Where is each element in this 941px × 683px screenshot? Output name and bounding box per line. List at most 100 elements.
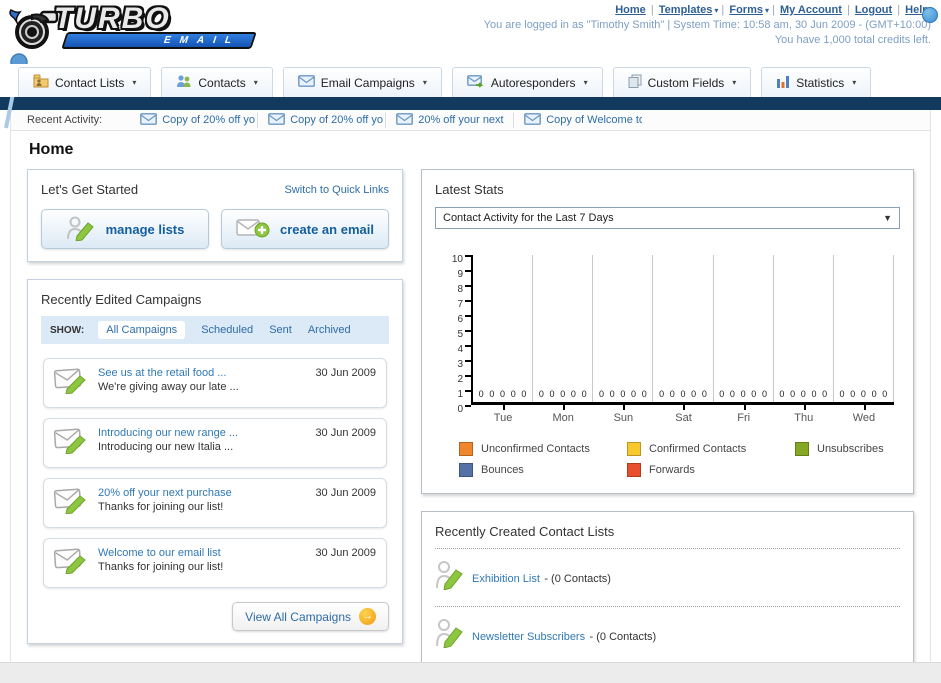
link-separator: | <box>769 4 778 16</box>
top-link-home[interactable]: Home <box>615 4 646 16</box>
create-email-label: create an email <box>280 221 374 237</box>
chevron-down-icon: ▼ <box>883 213 892 223</box>
manage-lists-button[interactable]: manage lists <box>41 209 209 249</box>
recent-activity-item[interactable]: Copy of 20% off yo <box>258 112 387 128</box>
x-axis-cell: Mon <box>533 405 593 426</box>
chevron-down-icon: ▾ <box>422 78 427 87</box>
tab-contacts[interactable]: Contacts ▾ <box>161 67 273 97</box>
main-nav-tabs: Contact Lists ▾ Contacts ▾ Email Campaigns ▾ A… <box>0 64 941 97</box>
envelope-icon <box>524 112 542 128</box>
contact-list-count: - (0 Contacts) <box>544 572 611 585</box>
tab-email-campaigns[interactable]: Email Campaigns ▾ <box>282 67 442 97</box>
campaign-title-link[interactable]: See us at the retail food ... <box>98 367 305 379</box>
recent-campaigns-title: Recently Edited Campaigns <box>41 292 202 307</box>
logo-subtitle: EMAIL <box>61 32 257 49</box>
campaign-filter-archived[interactable]: Archived <box>308 324 351 336</box>
contact-list-item[interactable]: Newsletter Subscribers - (0 Contacts) <box>435 616 900 655</box>
latest-stats-panel: Latest Stats Contact Activity for the La… <box>421 169 914 494</box>
campaign-filter-scheduled[interactable]: Scheduled <box>201 324 253 336</box>
app-logo[interactable]: TURBO EMAIL <box>8 4 257 59</box>
top-link-logout[interactable]: Logout <box>855 4 892 16</box>
chevron-down-icon: ▾ <box>732 78 737 87</box>
x-tick-label: Fri <box>737 412 751 424</box>
pencil-user-icon <box>66 215 96 244</box>
chevron-down-icon: ▾ <box>583 78 588 87</box>
contact-list-link[interactable]: Exhibition List <box>472 573 540 585</box>
recent-activity-item[interactable]: 20% off your next <box>386 112 515 128</box>
contact-list-link[interactable]: Newsletter Subscribers <box>472 631 585 643</box>
x-axis-cell: Fri <box>714 405 774 426</box>
x-tick-mark <box>623 405 626 410</box>
dotted-separator <box>435 606 900 607</box>
chart-legend: Unconfirmed Contacts Confirmed Contacts Un… <box>459 442 900 477</box>
legend-item-bounces: Bounces <box>459 463 627 477</box>
tab-contact-lists[interactable]: Contact Lists ▾ <box>18 67 152 97</box>
page: TURBO EMAIL Home | Templates ▾ | Forms ▾ |… <box>0 0 941 683</box>
switch-quick-links-link[interactable]: Switch to Quick Links <box>284 184 389 196</box>
chart-group-thu: 00000 <box>774 255 834 402</box>
create-email-button[interactable]: create an email <box>221 209 389 249</box>
recent-activity-item[interactable]: Copy of 20% off yo <box>130 112 259 128</box>
x-tick-mark <box>863 405 866 410</box>
legend-swatch <box>627 463 641 477</box>
top-link-templates[interactable]: Templates <box>659 4 713 16</box>
y-tick-label: 9 <box>457 269 463 280</box>
top-link-my-account[interactable]: My Account <box>780 4 842 16</box>
recent-activity-item[interactable]: Copy of Welcome to <box>514 112 642 128</box>
tab-autoresponders[interactable]: Autoresponders ▾ <box>451 67 603 97</box>
campaign-card[interactable]: Welcome to our email list Thanks for join… <box>43 538 387 588</box>
legend-item-confirmed-contacts: Confirmed Contacts <box>627 442 795 456</box>
contact-activity-chart: 0 1 2 3 4 5 6 7 8 9 10 000000000000000000000000000… <box>441 254 894 426</box>
navy-divider-bar <box>0 97 941 110</box>
x-tick-label: Thu <box>794 412 814 424</box>
campaign-filter-all-campaigns[interactable]: All Campaigns <box>98 321 186 339</box>
view-all-campaigns-button[interactable]: View All Campaigns → <box>232 602 389 631</box>
get-started-title: Let's Get Started <box>41 182 139 197</box>
legend-item-unsubscribes: Unsubscribes <box>795 442 900 456</box>
content-frame: Recent Activity: Copy of 20% off yo Copy … <box>10 110 931 683</box>
envelope-plus-icon <box>236 216 270 243</box>
credits-text: You have 1,000 total credits left. <box>774 34 931 46</box>
contact-list-item[interactable]: Exhibition List - (0 Contacts) <box>435 558 900 597</box>
y-tick-label: 6 <box>457 314 463 325</box>
contact-lists-title: Recently Created Contact Lists <box>435 524 615 539</box>
tab-custom-fields[interactable]: Custom Fields ▾ <box>612 67 752 97</box>
chart-group-tue: 00000 <box>473 255 534 402</box>
campaign-title-link[interactable]: 20% off your next purchase <box>98 487 305 499</box>
y-tick-label: 7 <box>457 299 463 310</box>
link-separator: | <box>647 4 657 16</box>
turbocharger-icon <box>8 4 60 59</box>
x-tick-mark <box>563 405 566 410</box>
stats-range-value: Contact Activity for the Last 7 Days <box>443 212 614 224</box>
campaign-filter-sent[interactable]: Sent <box>269 324 292 336</box>
top-link-forms[interactable]: Forms <box>729 4 763 16</box>
x-tick-label: Wed <box>852 412 876 424</box>
arrow-right-icon: → <box>359 608 376 625</box>
campaign-card[interactable]: See us at the retail food ... We're givin… <box>43 358 387 408</box>
view-all-campaigns-label: View All Campaigns <box>245 609 351 624</box>
chart-group-sat: 00000 <box>653 255 714 402</box>
x-tick-mark <box>683 405 686 410</box>
header-right: Home | Templates ▾ | Forms ▾ | My Account … <box>484 4 938 46</box>
campaign-subtitle: Introducing our new Italia ... <box>98 441 234 453</box>
envelope-arrow-icon <box>466 74 485 91</box>
bar-value-labels: 00000 <box>719 389 767 399</box>
chart-plot-area: 00000 00000 00000 00000 00000 00000 00000 <box>471 255 894 405</box>
legend-swatch <box>627 442 641 456</box>
campaign-card[interactable]: 20% off your next purchase Thanks for joi… <box>43 478 387 528</box>
stats-range-select[interactable]: Contact Activity for the Last 7 Days ▼ <box>435 207 900 229</box>
campaign-date: 30 Jun 2009 <box>315 427 376 439</box>
campaign-title-link[interactable]: Welcome to our email list <box>98 547 305 559</box>
campaign-title-link[interactable]: Introducing our new range ... <box>98 427 305 439</box>
bar-value-labels: 00000 <box>839 389 888 399</box>
legend-swatch <box>795 442 809 456</box>
legend-swatch <box>459 463 473 477</box>
dotted-separator <box>435 548 900 549</box>
people-icon <box>176 74 192 91</box>
help-balloon-icon <box>922 7 938 23</box>
legend-item-forwards: Forwards <box>627 463 795 477</box>
latest-stats-title: Latest Stats <box>435 182 504 197</box>
campaign-card[interactable]: Introducing our new range ... Introducing… <box>43 418 387 468</box>
x-tick-mark <box>803 405 806 410</box>
tab-statistics[interactable]: Statistics ▾ <box>761 67 872 97</box>
